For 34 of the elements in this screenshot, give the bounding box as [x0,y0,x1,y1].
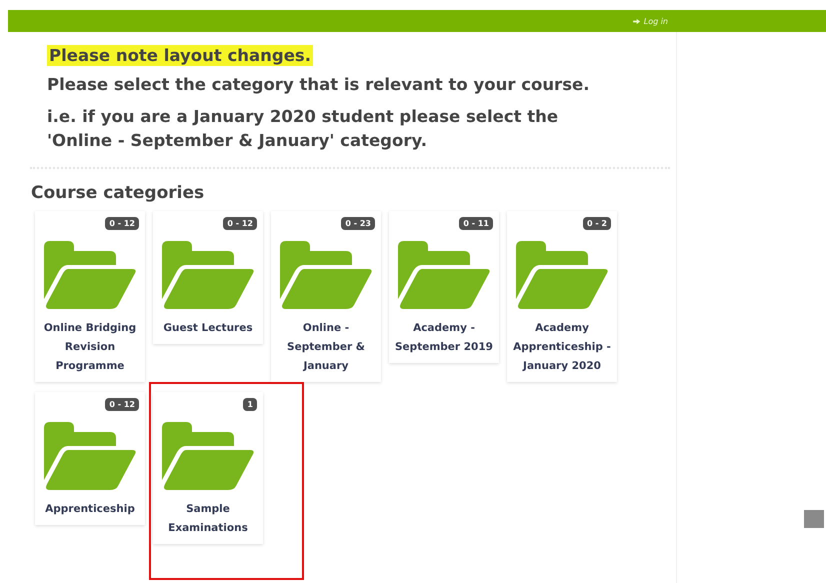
scroll-button[interactable] [804,510,824,528]
category-card[interactable]: 0 - 12 Online Bridging Revision Programme [35,211,145,382]
folder-icon [280,241,372,309]
notice-text: i.e. if you are a January 2020 student please select the 'Online - September & January' category. [47,106,560,152]
folder-icon [516,241,608,309]
notice-text: Please select the category that is relevant to your course. [47,74,590,96]
category-card[interactable]: 0 - 12 Guest Lectures [153,211,263,344]
category-card[interactable]: 0 - 23 Online - September & January [271,211,381,382]
folder-icon [398,241,490,309]
folder-icon [162,422,254,490]
category-name: Academy Apprenticeship - January 2020 [512,321,612,374]
category-name: Sample Examinations [167,502,249,536]
count-badge: 0 - 12 [223,217,257,230]
count-badge: 0 - 23 [341,217,375,230]
category-name: Apprenticeship [45,502,135,517]
category-name: Academy - September 2019 [394,321,494,355]
count-badge: 0 - 12 [105,398,139,411]
folder-icon [44,241,136,309]
category-card[interactable]: 0 - 12 Apprenticeship [35,392,145,525]
category-name: Online Bridging Revision Programme [42,321,138,374]
category-card[interactable]: 1 Sample Examinations [153,392,263,544]
category-name: Online - September & January [286,321,366,374]
count-badge: 0 - 11 [459,217,493,230]
category-name: Guest Lectures [163,321,253,336]
category-card[interactable]: 0 - 11 Academy - September 2019 [389,211,499,363]
folder-icon [44,422,136,490]
count-badge: 1 [243,398,257,411]
folder-icon [162,241,254,309]
notice-highlight: Please note layout changes. [47,45,313,66]
category-card[interactable]: 0 - 2 Academy Apprenticeship - January 2020 [507,211,617,382]
section-title: Course categories [31,183,206,203]
count-badge: 0 - 12 [105,217,139,230]
count-badge: 0 - 2 [582,217,611,230]
login-icon [632,18,642,24]
